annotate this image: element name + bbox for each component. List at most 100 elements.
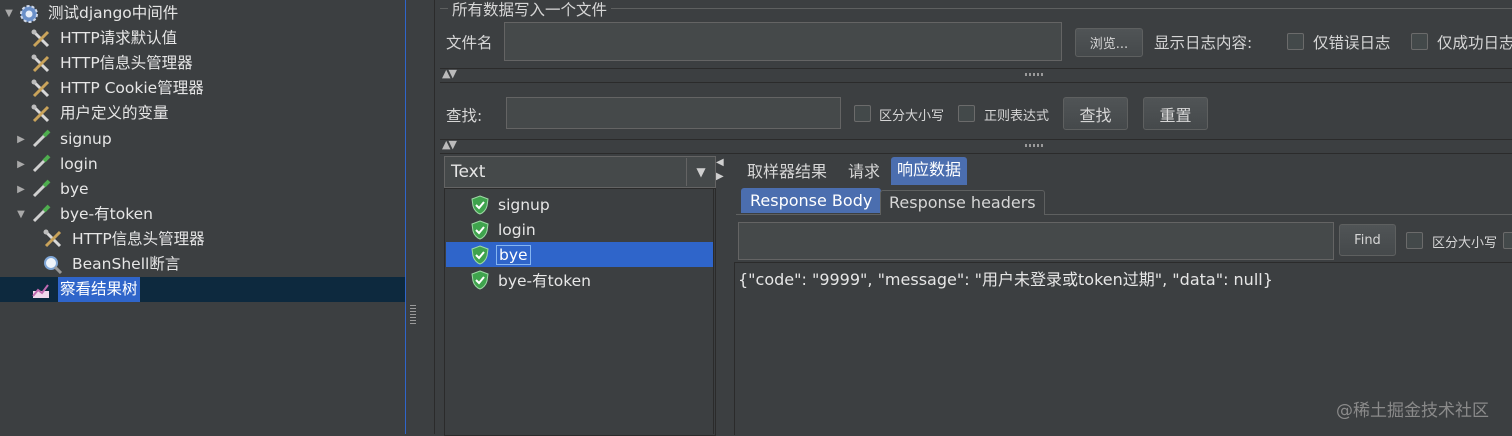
wrench-icon [30, 103, 52, 125]
response-case-checkbox[interactable] [1406, 232, 1423, 249]
find-button[interactable]: 查找 [1063, 97, 1128, 130]
success-only-checkbox[interactable] [1411, 33, 1428, 50]
browse-button[interactable]: 浏览... [1075, 28, 1143, 57]
errors-only-checkbox[interactable] [1287, 33, 1304, 50]
collapse-arrows-icon[interactable]: ▲▼ [442, 138, 457, 151]
search-input[interactable] [506, 97, 841, 129]
response-find-button[interactable]: Find [1339, 224, 1396, 256]
reset-button[interactable]: 重置 [1143, 97, 1208, 130]
response-search-input[interactable] [738, 222, 1334, 260]
tree-item[interactable]: HTTP请求默认值 [16, 26, 179, 51]
divider [440, 139, 1512, 140]
case-sensitive-checkbox[interactable] [854, 105, 871, 122]
tree-expanded-arrow-icon[interactable]: ▼ [16, 202, 26, 227]
tab-response-body[interactable]: Response Body [741, 188, 882, 213]
tree-arrow-spacer [28, 252, 38, 277]
success-shield-icon [471, 194, 489, 215]
filename-input[interactable] [504, 22, 1062, 61]
resize-grip[interactable] [1025, 73, 1045, 76]
tree-item-label: 察看结果树 [58, 277, 140, 303]
collapse-arrows-icon[interactable]: ▲▼ [442, 67, 457, 80]
case-sensitive-label: 区分大小写 [879, 109, 945, 124]
pipette-icon [30, 203, 52, 225]
tab-request[interactable]: 请求 [842, 159, 887, 185]
tree-item-label: 测试django中间件 [48, 4, 179, 22]
tree-item[interactable]: ▶ bye [16, 177, 91, 202]
divider [440, 153, 1512, 154]
tab-sampler-result[interactable]: 取样器结果 [741, 159, 834, 185]
result-item-label: signup [498, 195, 550, 214]
tree-arrow-spacer [16, 51, 26, 76]
tree-item-label: bye-有token [60, 204, 153, 223]
tree-item[interactable]: ▶ login [16, 152, 100, 177]
tree-item[interactable]: BeanShell断言 [28, 252, 182, 277]
tree-item-label: signup [60, 129, 112, 148]
filename-label: 文件名 [446, 34, 493, 52]
tree-item[interactable]: ▼ bye-有token [16, 202, 155, 227]
errors-only-label: 仅错误日志 [1313, 34, 1391, 52]
success-shield-icon [471, 220, 489, 240]
response-body-text: {"code": "9999", "message": "用户未登录或token… [738, 270, 1273, 289]
wrench-icon [42, 228, 64, 250]
result-item[interactable]: signup [446, 192, 713, 217]
tree-item-label: HTTP信息头管理器 [72, 229, 205, 248]
resize-grip[interactable] [1025, 144, 1045, 147]
tree-item-label: bye [60, 179, 89, 198]
tree-item-label: login [60, 154, 98, 173]
regex-checkbox[interactable] [958, 105, 975, 122]
tree-expanded-arrow-icon[interactable]: ▼ [4, 1, 14, 26]
tree-item-label: HTTP信息头管理器 [60, 54, 193, 73]
pipette-icon [30, 128, 52, 150]
magnifier-icon [42, 254, 64, 276]
gear-icon [18, 3, 40, 25]
tab-response-headers[interactable]: Response headers [880, 190, 1045, 215]
renderer-selected: Text [451, 162, 486, 182]
success-shield-icon [471, 245, 489, 265]
tree-item[interactable]: ▼ 测试django中间件 [4, 1, 180, 26]
pipette-icon [30, 178, 52, 200]
tree-arrow-spacer [16, 26, 26, 51]
wrench-icon [30, 78, 52, 100]
result-item[interactable]: bye-有token [446, 268, 713, 293]
result-item-label: login [498, 220, 536, 239]
chart-icon [30, 279, 52, 301]
tree-item[interactable]: HTTP信息头管理器 [16, 51, 195, 76]
tree-arrow-spacer [16, 101, 26, 126]
file-groupbox-title: 所有数据写入一个文件 [448, 0, 612, 20]
splitter-grip[interactable] [410, 305, 416, 325]
wrench-icon [30, 28, 52, 50]
tree-arrow-spacer [16, 277, 26, 302]
regex-label: 正则表达式 [984, 109, 1050, 124]
wrench-icon [30, 53, 52, 75]
response-regex-checkbox[interactable] [1503, 232, 1512, 249]
tree-item[interactable]: HTTP Cookie管理器 [16, 76, 206, 101]
success-only-label: 仅成功日志 [1437, 34, 1512, 52]
tree-collapsed-arrow-icon[interactable]: ▶ [16, 127, 26, 152]
collapse-left-right-icon[interactable]: ◀ ▶ [716, 156, 724, 184]
watermark-text: @稀土掘金技术社区 [1336, 401, 1489, 421]
result-item[interactable]: login [446, 217, 713, 242]
tree-collapsed-arrow-icon[interactable]: ▶ [16, 152, 26, 177]
list-border [713, 188, 714, 434]
divider [440, 68, 1512, 69]
tree-arrow-spacer [28, 227, 38, 252]
search-label: 查找: [446, 107, 483, 125]
tree-item-label: 用户定义的变量 [60, 104, 169, 123]
result-item-label: bye [496, 244, 531, 265]
result-item[interactable]: bye [446, 242, 713, 268]
tree-collapsed-arrow-icon[interactable]: ▶ [16, 177, 26, 202]
success-shield-icon [471, 270, 489, 290]
tree-item[interactable]: ▶ signup [16, 127, 114, 152]
pipette-icon [30, 153, 52, 175]
divider [440, 82, 1512, 83]
renderer-select[interactable]: Text ▼ [444, 156, 716, 188]
chevron-down-icon[interactable]: ▼ [687, 165, 715, 179]
tree-item-label: HTTP请求默认值 [60, 29, 178, 48]
tree-item[interactable]: 用户定义的变量 [16, 101, 171, 126]
tab-response-data[interactable]: 响应数据 [891, 157, 968, 185]
tree-item[interactable]: HTTP信息头管理器 [28, 227, 207, 252]
result-item-label: bye-有token [498, 272, 591, 291]
panel-splitter[interactable] [406, 0, 434, 434]
tree-arrow-spacer [16, 76, 26, 101]
tree-item[interactable]: 察看结果树 [0, 277, 405, 303]
